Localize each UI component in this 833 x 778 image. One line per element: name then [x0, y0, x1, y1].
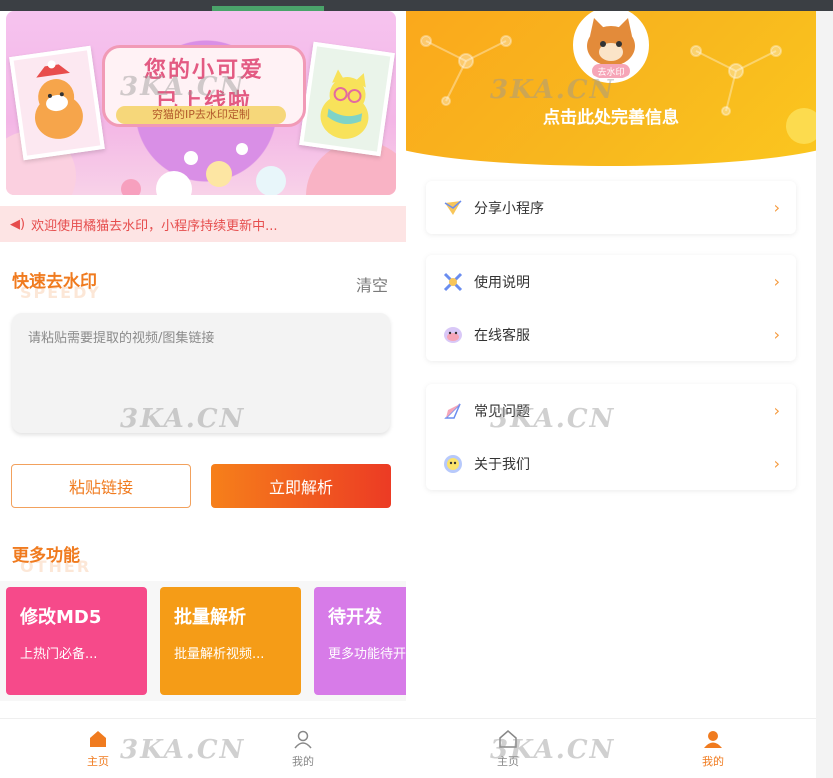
right-gutter: [816, 11, 833, 778]
link-input-placeholder: 请粘贴需要提取的视频/图集链接: [28, 331, 215, 346]
menu-label: 在线客服: [474, 327, 530, 344]
feature-desc: 上热门必备...: [20, 647, 98, 662]
promo-banner[interactable]: 您的小可爱 已上线啦 穷猫的IP去水印定制: [6, 11, 396, 195]
menu-label: 常见问题: [474, 403, 530, 420]
user-icon: [683, 729, 743, 751]
bottom-tab-bar: 主页 我的: [0, 718, 406, 778]
complete-info-link[interactable]: 点击此处完善信息: [406, 103, 816, 128]
tab-label: 主页: [497, 755, 519, 768]
cat-picture: [299, 41, 395, 157]
tab-home[interactable]: 主页: [68, 729, 128, 769]
user-icon: [273, 729, 333, 751]
menu-label: 分享小程序: [474, 200, 544, 217]
feature-desc: 批量解析视频...: [174, 647, 265, 662]
menu-label: 关于我们: [474, 456, 530, 473]
clear-button[interactable]: 清空: [356, 272, 388, 296]
about-icon: [442, 453, 464, 475]
customer-service-icon: [442, 324, 464, 346]
menu-item-faq[interactable]: 常见问题 ›: [426, 384, 796, 437]
home-icon: [68, 729, 128, 751]
feature-card-md5[interactable]: 修改MD5 上热门必备...: [6, 587, 147, 695]
profile-screen: 去水印 点击此处完善信息 分享小程序 › 使用说明 › 在线客服 › 常见问题 …: [406, 11, 816, 778]
menu-label: 使用说明: [474, 274, 530, 291]
home-screen: 您的小可爱 已上线啦 穷猫的IP去水印定制 ◀) 欢迎使用橘猫去水印，小程序持续…: [0, 11, 406, 778]
share-plane-icon: [442, 197, 464, 219]
banner-tag: 穷猫的IP去水印定制: [116, 106, 286, 124]
bottom-tab-bar: 主页 我的: [406, 718, 816, 778]
shiba-picture: [9, 45, 105, 161]
chevron-right-icon: ›: [773, 198, 780, 217]
tab-mine[interactable]: 我的: [683, 729, 743, 769]
menu-item-customer-service[interactable]: 在线客服 ›: [426, 308, 796, 361]
speaker-icon: ◀): [10, 216, 26, 232]
chevron-right-icon: ›: [773, 325, 780, 344]
tab-label: 主页: [87, 755, 109, 768]
notice-bar[interactable]: ◀) 欢迎使用橘猫去水印，小程序持续更新中...: [0, 206, 406, 242]
tab-home[interactable]: 主页: [478, 729, 538, 769]
banner-line-1: 您的小可爱: [143, 58, 264, 83]
menu-card-about: 常见问题 › 关于我们 ›: [426, 384, 796, 490]
menu-card-share: 分享小程序 ›: [426, 181, 796, 234]
paste-link-button[interactable]: 粘贴链接: [11, 464, 191, 508]
menu-item-instructions[interactable]: 使用说明 ›: [426, 255, 796, 308]
menu-card-help: 使用说明 › 在线客服 ›: [426, 255, 796, 361]
profile-header[interactable]: 去水印 点击此处完善信息: [406, 11, 816, 171]
feature-card-todo[interactable]: 待开发 更多功能待开发: [314, 587, 406, 695]
menu-item-about[interactable]: 关于我们 ›: [426, 437, 796, 490]
tab-mine[interactable]: 我的: [273, 729, 333, 769]
link-input[interactable]: 请粘贴需要提取的视频/图集链接: [12, 313, 390, 433]
faq-icon: [442, 400, 464, 422]
more-section-title: 更多功能: [12, 546, 80, 566]
feature-title: 修改MD5: [20, 607, 102, 628]
feature-title: 批量解析: [174, 607, 246, 628]
feature-card-batch[interactable]: 批量解析 批量解析视频...: [160, 587, 301, 695]
quick-section-title: 快速去水印: [12, 272, 97, 292]
home-icon: [478, 729, 538, 751]
chevron-right-icon: ›: [773, 401, 780, 420]
feature-title: 待开发: [328, 607, 382, 628]
top-bar: [0, 0, 833, 11]
instructions-icon: [442, 271, 464, 293]
chevron-right-icon: ›: [773, 272, 780, 291]
parse-now-button[interactable]: 立即解析: [211, 464, 391, 508]
menu-item-share[interactable]: 分享小程序 ›: [426, 181, 796, 234]
feature-desc: 更多功能待开发: [328, 647, 406, 662]
chevron-right-icon: ›: [773, 454, 780, 473]
tab-label: 我的: [702, 755, 724, 768]
notice-text: 欢迎使用橘猫去水印，小程序持续更新中...: [31, 218, 278, 234]
avatar-badge: 去水印: [597, 66, 624, 78]
tab-label: 我的: [292, 755, 314, 768]
feature-carousel[interactable]: 修改MD5 上热门必备... 批量解析 批量解析视频... 待开发 更多功能待开…: [0, 581, 406, 701]
